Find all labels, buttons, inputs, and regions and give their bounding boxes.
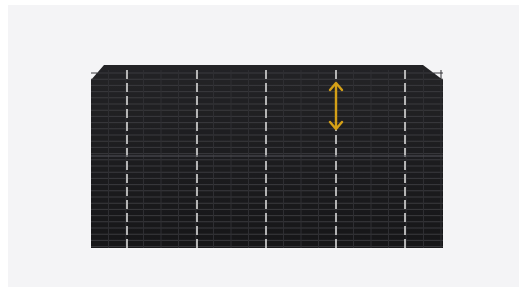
solar-panel-illustration bbox=[91, 65, 443, 248]
